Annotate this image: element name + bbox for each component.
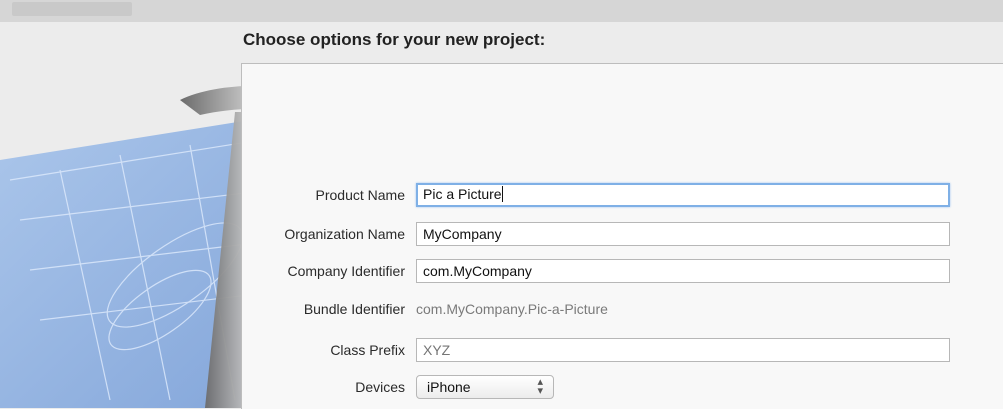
product-name-value: Pic a Picture: [423, 186, 502, 202]
bundle-identifier-label: Bundle Identifier: [303, 301, 405, 317]
devices-label: Devices: [355, 379, 405, 395]
class-prefix-row: Class Prefix: [0, 338, 1003, 364]
organization-name-label: Organization Name: [284, 226, 405, 242]
company-identifier-row: Company Identifier: [0, 259, 1003, 285]
product-name-input[interactable]: Pic a Picture: [416, 183, 950, 207]
bundle-identifier-value: com.MyCompany.Pic-a-Picture: [416, 301, 608, 317]
product-name-row: Product Name Pic a Picture: [0, 183, 1003, 209]
class-prefix-input[interactable]: [416, 338, 950, 362]
company-identifier-label: Company Identifier: [287, 263, 405, 279]
devices-row: Devices iPhone ▴ ▾: [0, 375, 1003, 401]
product-name-label: Product Name: [315, 187, 405, 203]
company-identifier-input[interactable]: [416, 259, 950, 283]
organization-name-input[interactable]: [416, 222, 950, 246]
class-prefix-label: Class Prefix: [330, 342, 405, 358]
bundle-identifier-row: Bundle Identifier com.MyCompany.Pic-a-Pi…: [0, 297, 1003, 323]
up-down-chevron-icon: ▴ ▾: [537, 376, 543, 397]
devices-selected-value: iPhone: [427, 379, 471, 395]
devices-select[interactable]: iPhone ▴ ▾: [416, 375, 554, 399]
text-caret: [501, 186, 503, 202]
organization-name-row: Organization Name: [0, 222, 1003, 248]
project-options-form: Product Name Pic a Picture Organization …: [0, 0, 1003, 408]
